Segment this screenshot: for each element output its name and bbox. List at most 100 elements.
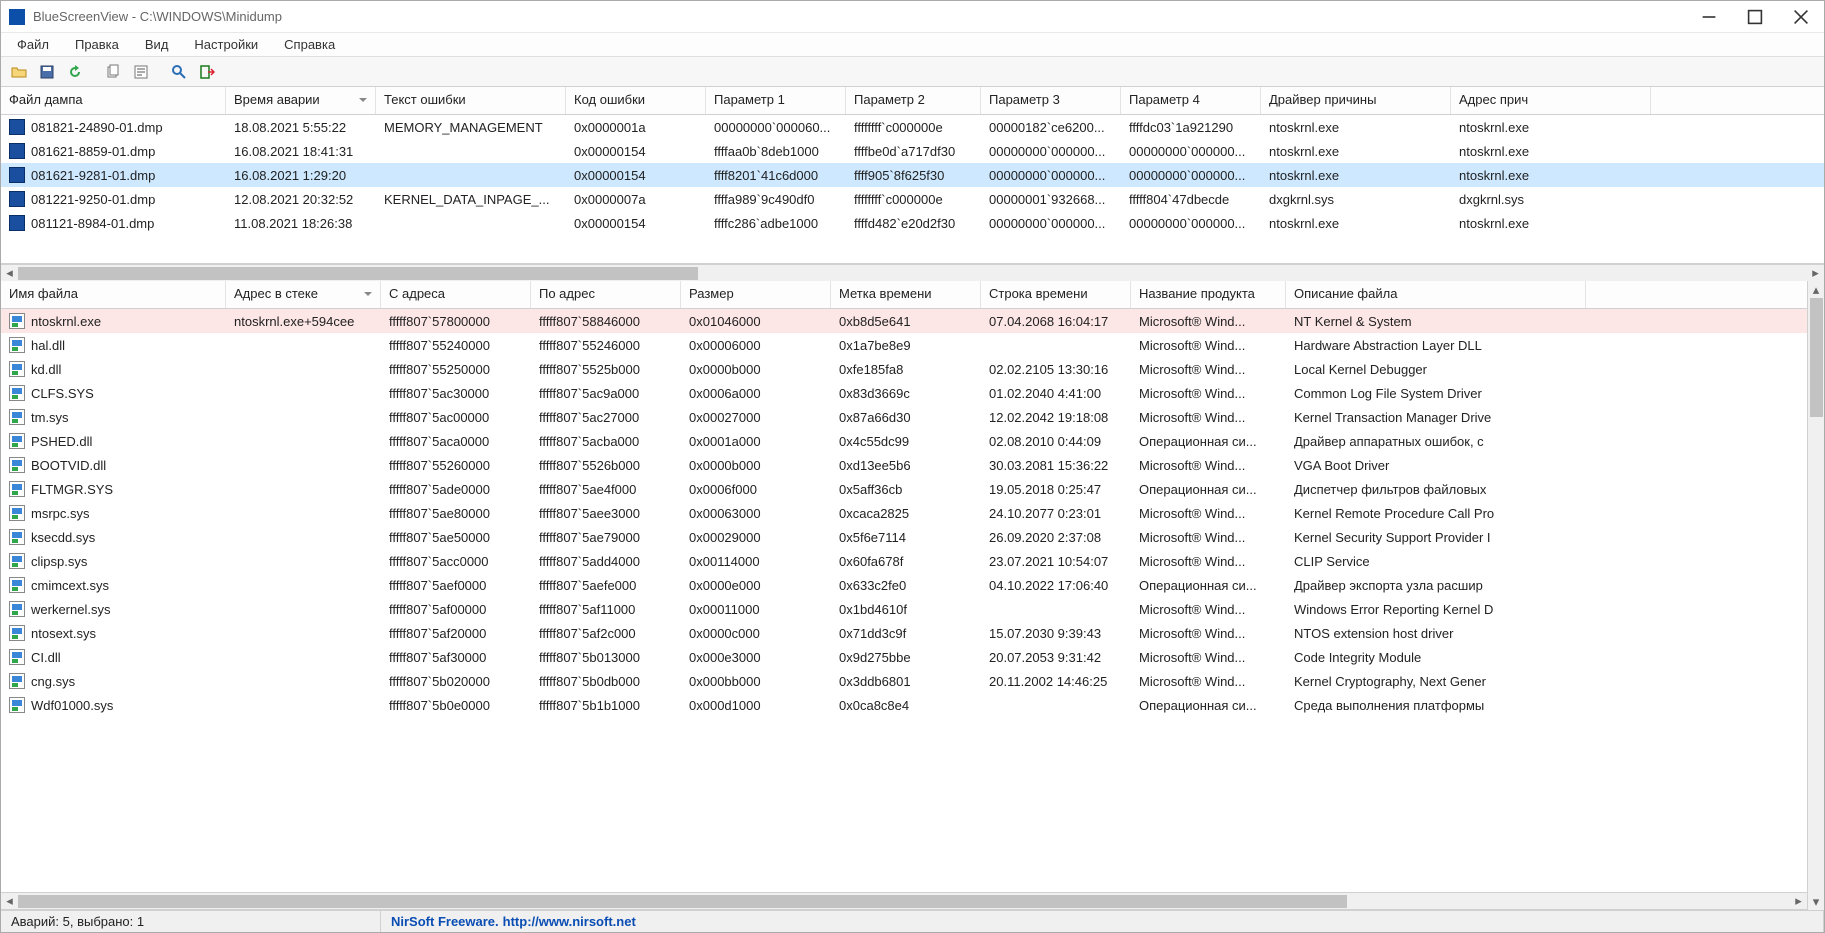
dump-cell: ffffd482`e20d2f30: [846, 216, 981, 231]
module-row[interactable]: FLTMGR.SYSfffff807`5ade0000fffff807`5ae4…: [1, 477, 1807, 501]
b-header-5[interactable]: Метка времени: [831, 281, 981, 308]
module-cell: Microsoft® Wind...: [1131, 626, 1286, 641]
scroll-up-icon[interactable]: ▴: [1808, 281, 1825, 298]
scroll-left-icon[interactable]: ◂: [1, 893, 18, 910]
module-row[interactable]: Wdf01000.sysfffff807`5b0e0000fffff807`5b…: [1, 693, 1807, 717]
module-cell: fffff807`5b013000: [531, 650, 681, 665]
module-cell: 0x3ddb6801: [831, 674, 981, 689]
module-cell: fffff807`55260000: [381, 458, 531, 473]
module-row[interactable]: ntoskrnl.exentoskrnl.exe+594ceefffff807`…: [1, 309, 1807, 333]
t-header-0[interactable]: Файл дампа: [1, 87, 226, 114]
module-file-icon: [9, 673, 25, 689]
module-cell: 0x00006000: [681, 338, 831, 353]
scroll-right-icon[interactable]: ▸: [1790, 893, 1807, 910]
dump-row[interactable]: 081621-9281-01.dmp16.08.2021 1:29:200x00…: [1, 163, 1824, 187]
t-header-5[interactable]: Параметр 2: [846, 87, 981, 114]
module-row[interactable]: BOOTVID.dllfffff807`55260000fffff807`552…: [1, 453, 1807, 477]
b-header-4[interactable]: Размер: [681, 281, 831, 308]
module-cell: 26.09.2020 2:37:08: [981, 530, 1131, 545]
module-row[interactable]: clipsp.sysfffff807`5acc0000fffff807`5add…: [1, 549, 1807, 573]
b-header-2[interactable]: С адреса: [381, 281, 531, 308]
dump-row[interactable]: 081621-8859-01.dmp16.08.2021 18:41:310x0…: [1, 139, 1824, 163]
module-cell: Kernel Security Support Provider I: [1286, 530, 1586, 545]
module-row[interactable]: CI.dllfffff807`5af30000fffff807`5b013000…: [1, 645, 1807, 669]
module-cell: kd.dll: [1, 361, 226, 377]
dump-cell: ntoskrnl.exe: [1261, 120, 1451, 135]
scroll-down-icon[interactable]: ▾: [1808, 893, 1825, 910]
module-grid-body[interactable]: ntoskrnl.exentoskrnl.exe+594ceefffff807`…: [1, 309, 1807, 892]
t-header-4[interactable]: Параметр 1: [706, 87, 846, 114]
dump-hscrollbar[interactable]: ◂ ▸: [1, 264, 1824, 281]
module-row[interactable]: cng.sysfffff807`5b020000fffff807`5b0db00…: [1, 669, 1807, 693]
b-header-1[interactable]: Адрес в стеке: [226, 281, 381, 308]
menu-файл[interactable]: Файл: [7, 35, 59, 54]
dump-row[interactable]: 081821-24890-01.dmp18.08.2021 5:55:22MEM…: [1, 115, 1824, 139]
b-header-8[interactable]: Описание файла: [1286, 281, 1586, 308]
toolbar-properties-button[interactable]: [129, 60, 153, 84]
t-header-9[interactable]: Адрес прич: [1451, 87, 1651, 114]
properties-icon: [133, 64, 149, 80]
dump-row[interactable]: 081221-9250-01.dmp12.08.2021 20:32:52KER…: [1, 187, 1824, 211]
module-cell: 15.07.2030 9:39:43: [981, 626, 1131, 641]
module-row[interactable]: werkernel.sysfffff807`5af00000fffff807`5…: [1, 597, 1807, 621]
dump-grid-body[interactable]: 081821-24890-01.dmp18.08.2021 5:55:22MEM…: [1, 115, 1824, 263]
close-button[interactable]: [1778, 1, 1824, 33]
module-cell: cmimcext.sys: [1, 577, 226, 593]
module-vscrollbar[interactable]: ▴ ▾: [1807, 281, 1824, 910]
t-header-3[interactable]: Код ошибки: [566, 87, 706, 114]
t-header-6[interactable]: Параметр 3: [981, 87, 1121, 114]
folder-open-icon: [11, 64, 27, 80]
module-cell: Windows Error Reporting Kernel D: [1286, 602, 1586, 617]
module-row[interactable]: CLFS.SYSfffff807`5ac30000fffff807`5ac9a0…: [1, 381, 1807, 405]
dump-cell: ntoskrnl.exe: [1451, 144, 1651, 159]
module-row[interactable]: PSHED.dllfffff807`5aca0000fffff807`5acba…: [1, 429, 1807, 453]
module-row[interactable]: ksecdd.sysfffff807`5ae50000fffff807`5ae7…: [1, 525, 1807, 549]
toolbar-find-button[interactable]: [167, 60, 191, 84]
scroll-left-icon[interactable]: ◂: [1, 265, 18, 282]
minimize-button[interactable]: [1686, 1, 1732, 33]
module-cell: Операционная си...: [1131, 698, 1286, 713]
t-header-7[interactable]: Параметр 4: [1121, 87, 1261, 114]
module-row[interactable]: hal.dllfffff807`55240000fffff807`5524600…: [1, 333, 1807, 357]
menu-настройки[interactable]: Настройки: [184, 35, 268, 54]
toolbar: [1, 57, 1824, 87]
module-file-icon: [9, 697, 25, 713]
b-header-7[interactable]: Название продукта: [1131, 281, 1286, 308]
b-header-3[interactable]: По адрес: [531, 281, 681, 308]
module-row[interactable]: msrpc.sysfffff807`5ae80000fffff807`5aee3…: [1, 501, 1807, 525]
t-header-8[interactable]: Драйвер причины: [1261, 87, 1451, 114]
module-list-pane: Имя файлаАдрес в стекеС адресаПо адресРа…: [1, 281, 1824, 910]
dump-cell: 11.08.2021 18:26:38: [226, 216, 376, 231]
dump-row[interactable]: 081121-8984-01.dmp11.08.2021 18:26:380x0…: [1, 211, 1824, 235]
dump-cell: 0x0000001a: [566, 120, 706, 135]
dump-file-icon: [9, 215, 25, 231]
module-cell: 0x1bd4610f: [831, 602, 981, 617]
module-cell: BOOTVID.dll: [1, 457, 226, 473]
nirsoft-link[interactable]: http://www.nirsoft.net: [503, 914, 636, 929]
scroll-right-icon[interactable]: ▸: [1807, 265, 1824, 282]
t-header-1[interactable]: Время аварии: [226, 87, 376, 114]
module-cell: fffff807`55250000: [381, 362, 531, 377]
toolbar-refresh-button[interactable]: [63, 60, 87, 84]
toolbar-exit-button[interactable]: [195, 60, 219, 84]
module-cell: 0x00027000: [681, 410, 831, 425]
menu-вид[interactable]: Вид: [135, 35, 179, 54]
maximize-button[interactable]: [1732, 1, 1778, 33]
toolbar-save-button[interactable]: [35, 60, 59, 84]
module-cell: hal.dll: [1, 337, 226, 353]
t-header-2[interactable]: Текст ошибки: [376, 87, 566, 114]
menu-правка[interactable]: Правка: [65, 35, 129, 54]
b-header-6[interactable]: Строка времени: [981, 281, 1131, 308]
b-header-0[interactable]: Имя файла: [1, 281, 226, 308]
module-cell: VGA Boot Driver: [1286, 458, 1586, 473]
toolbar-copy-button[interactable]: [101, 60, 125, 84]
module-cell: Microsoft® Wind...: [1131, 530, 1286, 545]
module-cell: Kernel Remote Procedure Call Pro: [1286, 506, 1586, 521]
module-row[interactable]: ntosext.sysfffff807`5af20000fffff807`5af…: [1, 621, 1807, 645]
module-row[interactable]: cmimcext.sysfffff807`5aef0000fffff807`5a…: [1, 573, 1807, 597]
menu-справка[interactable]: Справка: [274, 35, 345, 54]
toolbar-open-button[interactable]: [7, 60, 31, 84]
module-row[interactable]: kd.dllfffff807`55250000fffff807`5525b000…: [1, 357, 1807, 381]
module-hscrollbar[interactable]: ◂ ▸: [1, 892, 1807, 909]
module-row[interactable]: tm.sysfffff807`5ac00000fffff807`5ac27000…: [1, 405, 1807, 429]
